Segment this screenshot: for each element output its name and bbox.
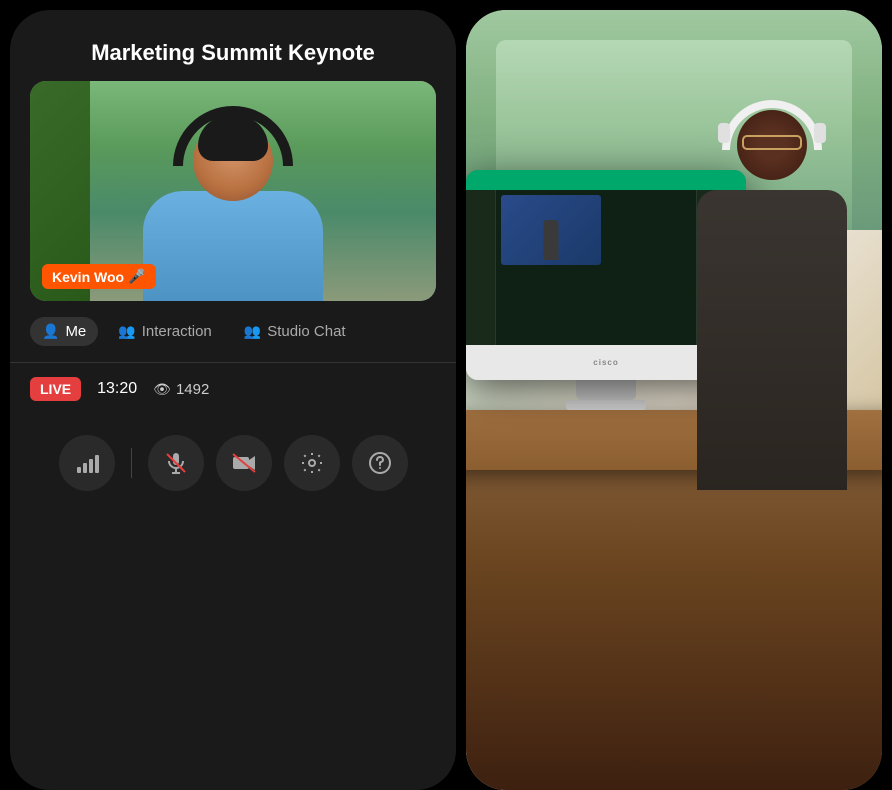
mobile-app-panel: Marketing Summit Keynote Kevin Woo 🎤 👤 M… [10,10,456,790]
mute-camera-button[interactable] [216,435,272,491]
help-icon [368,451,392,475]
viewer-count: 1492 [176,381,209,398]
mute-mic-button[interactable] [148,435,204,491]
monitor-base [576,380,636,400]
person-body [697,190,847,490]
settings-icon [300,451,324,475]
signal-button[interactable] [59,435,115,491]
person-glasses [742,135,802,150]
control-divider-1 [131,448,132,478]
controls-bar [10,415,456,521]
session-timer: 13:20 [97,380,137,398]
video-feed: Kevin Woo 🎤 [30,81,436,301]
tab-interaction[interactable]: 👥 Interaction [106,317,223,346]
mic-indicator-icon: 🎤 [128,268,145,285]
tab-me[interactable]: 👤 Me [30,317,98,346]
brand-logo: cisco [593,358,618,367]
mic-muted-icon [164,451,188,475]
tab-studio-chat[interactable]: 👥 Studio Chat [232,317,358,346]
presenter-video: Kevin Woo 🎤 [30,81,436,301]
screen-main-area [496,190,696,345]
person-silhouette [682,110,862,670]
tab-studio-chat-label: Studio Chat [267,323,345,340]
me-tab-icon: 👤 [42,323,59,340]
presenter-name: Kevin Woo [52,269,124,285]
settings-button[interactable] [284,435,340,491]
interaction-tab-icon: 👥 [118,323,135,340]
help-button[interactable] [352,435,408,491]
signal-icon [75,451,99,475]
eye-icon: 👁 [153,381,171,398]
screen-presenter-view [501,195,601,265]
viewer-count-display: 👁 1492 [153,381,209,398]
presenter-head [193,121,273,201]
presenter-figure [143,121,323,301]
monitor-foot [566,400,646,410]
presenter-name-badge: Kevin Woo 🎤 [42,264,156,289]
studio-chat-tab-icon: 👥 [244,323,261,340]
photo-background: cisco [466,10,882,790]
event-title: Marketing Summit Keynote [10,10,456,81]
tab-interaction-label: Interaction [142,323,212,340]
photo-panel: cisco [466,10,882,790]
person-head [737,110,807,180]
status-bar: LIVE 13:20 👁 1492 [10,363,456,415]
tabs-container: 👤 Me 👥 Interaction 👥 Studio Chat [10,301,456,363]
tab-me-label: Me [65,323,86,340]
camera-muted-icon [231,451,257,475]
live-badge: LIVE [30,377,81,401]
presenter-body [143,191,323,301]
screen-presenter-figure [544,220,559,260]
screen-sidebar [466,190,496,345]
